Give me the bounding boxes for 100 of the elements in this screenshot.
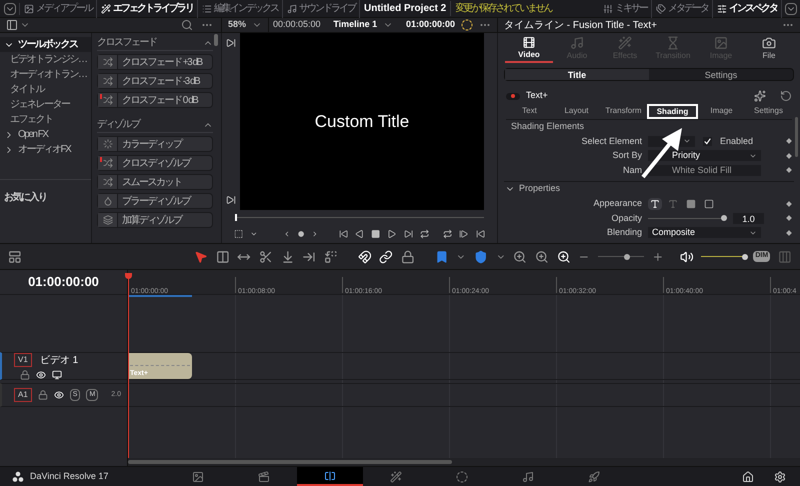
sub-tab[interactable]: Shading <box>647 104 698 118</box>
chevron-icon[interactable] <box>310 229 318 239</box>
opacity-slider[interactable] <box>648 215 726 222</box>
snap-icon[interactable] <box>358 250 372 264</box>
search-icon[interactable] <box>181 19 193 31</box>
magic-icon[interactable] <box>754 90 766 102</box>
overwrite-icon[interactable] <box>302 250 316 264</box>
marker-icon[interactable] <box>474 250 488 264</box>
next-edit-icon[interactable] <box>459 228 469 240</box>
crop-icon[interactable] <box>234 228 244 240</box>
sub-tab[interactable]: Transform <box>600 104 647 118</box>
sub-tab[interactable]: Image <box>698 104 745 118</box>
play-icon[interactable] <box>387 228 397 240</box>
stop-icon[interactable] <box>371 228 380 240</box>
page-tab[interactable] <box>297 467 363 486</box>
zoom-slider[interactable] <box>598 254 644 260</box>
skip-forward-icon[interactable] <box>404 228 413 240</box>
play-back-icon[interactable] <box>354 228 364 240</box>
link-icon[interactable] <box>379 250 393 264</box>
tree-item[interactable]: ジェネレーター <box>0 97 91 112</box>
scrollbar-thumb[interactable] <box>214 34 218 46</box>
keyframe-icon[interactable] <box>786 138 792 144</box>
lock-icon[interactable] <box>38 390 48 400</box>
tree-item[interactable]: エフェクト <box>0 112 91 127</box>
effect-item[interactable]: クロスフェード +3 dB <box>97 54 213 70</box>
effect-item[interactable]: カラーディップ <box>97 136 213 152</box>
lock-icon[interactable] <box>20 370 30 380</box>
previous-edit-icon[interactable] <box>476 228 485 240</box>
sub-tab[interactable]: Layout <box>553 104 600 118</box>
zoom-in-icon[interactable] <box>652 250 664 262</box>
inspector-tab[interactable]: File <box>745 36 793 63</box>
unsaved-notice: 変更が保存されていません <box>450 1 552 16</box>
effect-item[interactable]: クロスディゾルブ <box>97 155 213 171</box>
keyframe-icon[interactable] <box>786 230 792 236</box>
skip-icon[interactable] <box>226 38 236 48</box>
skip-back-icon[interactable] <box>338 228 348 240</box>
playhead[interactable] <box>126 273 131 458</box>
sub-tab[interactable]: Settings <box>745 104 792 118</box>
settings-icon[interactable] <box>774 470 786 482</box>
replace-icon[interactable] <box>324 250 338 264</box>
tree-item[interactable]: オーディオトラン… <box>0 67 91 82</box>
effect-item[interactable]: スムースカット <box>97 174 213 190</box>
zoom-icon[interactable] <box>556 250 570 264</box>
mode-tab[interactable]: Settings <box>649 69 793 80</box>
blade-icon[interactable] <box>258 250 273 264</box>
monitor-icon[interactable] <box>52 370 62 380</box>
flag-icon[interactable] <box>434 250 448 264</box>
appearance-option[interactable] <box>702 198 716 210</box>
enabled-checkbox[interactable] <box>703 136 712 146</box>
volume-icon[interactable] <box>680 250 694 264</box>
match-frame-icon[interactable] <box>443 228 452 240</box>
name-field[interactable]: White Solid Fill <box>648 164 761 176</box>
layout-icon[interactable] <box>8 250 22 264</box>
pointer-icon[interactable] <box>194 250 208 264</box>
chevron-icon[interactable] <box>282 229 291 239</box>
keyframe-icon[interactable] <box>786 152 792 159</box>
timeline-timecode: 01:00:00:00 <box>28 273 99 292</box>
tree-item[interactable]: タイトル <box>0 82 91 97</box>
trim-icon[interactable] <box>216 250 230 264</box>
sort-dropdown[interactable]: Priority <box>648 150 761 162</box>
track-badge[interactable]: A1 <box>14 388 32 402</box>
inspector-tab[interactable]: Video <box>505 36 553 63</box>
eye-icon[interactable] <box>54 390 64 400</box>
tree-item[interactable]: Open FX <box>0 127 91 142</box>
opacity-field[interactable]: 1.0 <box>733 212 764 224</box>
enable-toggle[interactable] <box>506 92 520 100</box>
dropdown-icon[interactable] <box>4 2 16 14</box>
zoom-level[interactable]: 58% <box>228 18 246 32</box>
blending-dropdown[interactable]: Composite <box>648 227 761 238</box>
insert-icon[interactable] <box>280 250 294 264</box>
scrollbar-thumb[interactable] <box>128 460 452 464</box>
tree-item[interactable]: オーディオFX <box>0 142 91 157</box>
keyframe-icon[interactable] <box>786 215 792 222</box>
panel-toggle-icon[interactable] <box>6 19 18 31</box>
lock-icon[interactable] <box>400 250 415 264</box>
effect-item[interactable]: 加算ディゾルブ <box>97 212 213 228</box>
sub-tab[interactable]: Text <box>506 104 553 118</box>
dropdown-icon[interactable] <box>785 2 797 14</box>
playhead-handle[interactable] <box>235 214 237 221</box>
effect-item[interactable]: クロスフェード -3 dB <box>97 73 213 89</box>
effect-item[interactable]: ブラーディゾルブ <box>97 193 213 209</box>
appearance-option[interactable] <box>648 198 662 210</box>
volume-slider[interactable] <box>701 254 746 260</box>
keyframe-icon[interactable] <box>786 200 792 207</box>
home-icon[interactable] <box>742 470 754 482</box>
effect-item[interactable]: クロスフェード 0 dB <box>97 92 213 108</box>
mode-tab[interactable]: Title <box>505 69 649 80</box>
color-wheel-icon[interactable] <box>461 19 473 31</box>
scrollbar-thumb[interactable] <box>795 117 798 157</box>
tree-item[interactable]: ビデオトランジシ… <box>0 52 91 67</box>
eye-icon[interactable] <box>36 370 46 380</box>
tree-item[interactable]: ツールボックス <box>0 37 91 52</box>
skip-icon[interactable] <box>226 195 236 205</box>
track-badge[interactable]: V1 <box>14 353 32 367</box>
keyframe-icon[interactable] <box>786 167 792 174</box>
favorites-label: お気に入り <box>4 192 46 203</box>
dot-icon[interactable] <box>298 230 304 238</box>
reset-icon[interactable] <box>780 90 792 102</box>
loop-icon[interactable] <box>420 228 430 240</box>
timeline-name[interactable]: Timeline 1 <box>333 18 378 32</box>
